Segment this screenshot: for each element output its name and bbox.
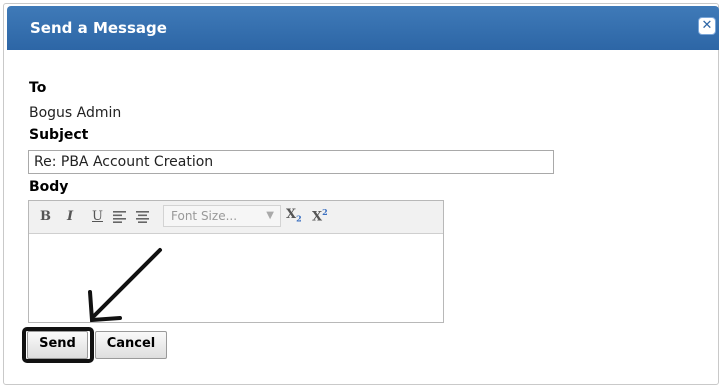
chevron-down-icon: ▼ xyxy=(266,210,274,221)
dialog-title: Send a Message xyxy=(30,19,167,37)
body-label: Body xyxy=(29,179,69,195)
to-value: Bogus Admin xyxy=(29,105,122,121)
font-size-placeholder: Font Size... xyxy=(171,209,238,223)
dialog-titlebar: Send a Message ✕ xyxy=(7,6,719,50)
bold-button[interactable]: B xyxy=(40,209,51,224)
subscript-icon[interactable]: X2 xyxy=(286,207,302,224)
cancel-button[interactable]: Cancel xyxy=(95,331,167,359)
align-left-icon[interactable] xyxy=(113,211,126,223)
subject-input[interactable]: Re: PBA Account Creation xyxy=(28,150,554,174)
editor-toolbar: B I U Font Size... ▼ X2 X2 xyxy=(29,201,443,234)
underline-button[interactable]: U xyxy=(92,209,103,224)
italic-button[interactable]: I xyxy=(67,209,73,224)
to-label: To xyxy=(29,80,47,96)
align-center-icon[interactable] xyxy=(136,211,149,223)
close-icon[interactable]: ✕ xyxy=(698,17,716,35)
superscript-icon[interactable]: X2 xyxy=(312,207,328,224)
annotation-arrow xyxy=(88,248,162,323)
send-button[interactable]: Send xyxy=(27,331,88,359)
font-size-select[interactable]: Font Size... ▼ xyxy=(163,205,281,227)
subject-label: Subject xyxy=(29,127,89,143)
